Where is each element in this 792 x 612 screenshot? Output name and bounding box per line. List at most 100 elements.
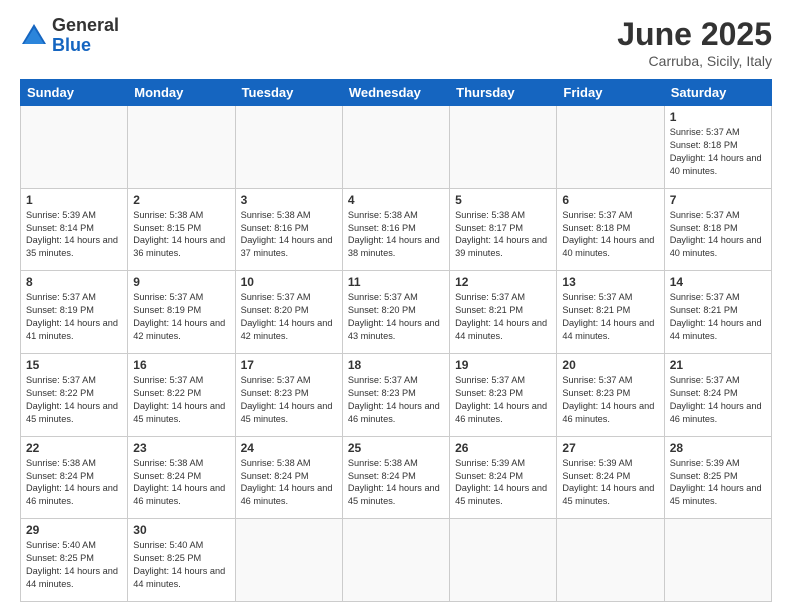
table-row: 1 Sunrise: 5:37 AMSunset: 8:18 PMDayligh… [664,106,771,189]
table-row: 15 Sunrise: 5:37 AMSunset: 8:22 PMDaylig… [21,353,128,436]
day-info: Sunrise: 5:37 AMSunset: 8:22 PMDaylight:… [26,374,122,426]
table-row [21,106,128,189]
day-info: Sunrise: 5:37 AMSunset: 8:22 PMDaylight:… [133,374,229,426]
day-info: Sunrise: 5:38 AMSunset: 8:15 PMDaylight:… [133,209,229,261]
table-row: 24 Sunrise: 5:38 AMSunset: 8:24 PMDaylig… [235,436,342,519]
week-row-4: 22 Sunrise: 5:38 AMSunset: 8:24 PMDaylig… [21,436,772,519]
table-row: 3 Sunrise: 5:38 AMSunset: 8:16 PMDayligh… [235,188,342,271]
week-row-2: 8 Sunrise: 5:37 AMSunset: 8:19 PMDayligh… [21,271,772,354]
day-number: 12 [455,275,551,289]
col-friday: Friday [557,80,664,106]
day-number: 18 [348,358,444,372]
day-number: 23 [133,441,229,455]
week-row-5: 29 Sunrise: 5:40 AMSunset: 8:25 PMDaylig… [21,519,772,602]
day-info: Sunrise: 5:37 AMSunset: 8:18 PMDaylight:… [562,209,658,261]
table-row: 30 Sunrise: 5:40 AMSunset: 8:25 PMDaylig… [128,519,235,602]
day-info: Sunrise: 5:40 AMSunset: 8:25 PMDaylight:… [26,539,122,591]
col-tuesday: Tuesday [235,80,342,106]
day-info: Sunrise: 5:38 AMSunset: 8:24 PMDaylight:… [241,457,337,509]
table-row [128,106,235,189]
day-number: 27 [562,441,658,455]
day-info: Sunrise: 5:37 AMSunset: 8:21 PMDaylight:… [562,291,658,343]
calendar-header-row: Sunday Monday Tuesday Wednesday Thursday… [21,80,772,106]
table-row: 12 Sunrise: 5:37 AMSunset: 8:21 PMDaylig… [450,271,557,354]
day-number: 4 [348,193,444,207]
table-row [450,519,557,602]
day-number: 8 [26,275,122,289]
day-info: Sunrise: 5:37 AMSunset: 8:24 PMDaylight:… [670,374,766,426]
day-info: Sunrise: 5:37 AMSunset: 8:20 PMDaylight:… [348,291,444,343]
table-row [235,106,342,189]
table-row [342,106,449,189]
day-number: 20 [562,358,658,372]
table-row [557,106,664,189]
day-number: 30 [133,523,229,537]
day-info: Sunrise: 5:40 AMSunset: 8:25 PMDaylight:… [133,539,229,591]
table-row: 27 Sunrise: 5:39 AMSunset: 8:24 PMDaylig… [557,436,664,519]
table-row: 6 Sunrise: 5:37 AMSunset: 8:18 PMDayligh… [557,188,664,271]
day-number: 28 [670,441,766,455]
logo-blue-text: Blue [52,36,119,56]
page: General Blue June 2025 Carruba, Sicily, … [0,0,792,612]
week-row-3: 15 Sunrise: 5:37 AMSunset: 8:22 PMDaylig… [21,353,772,436]
table-row: 16 Sunrise: 5:37 AMSunset: 8:22 PMDaylig… [128,353,235,436]
day-number: 7 [670,193,766,207]
col-sunday: Sunday [21,80,128,106]
day-number: 19 [455,358,551,372]
table-row: 7 Sunrise: 5:37 AMSunset: 8:18 PMDayligh… [664,188,771,271]
logo-general-text: General [52,16,119,36]
table-row: 8 Sunrise: 5:37 AMSunset: 8:19 PMDayligh… [21,271,128,354]
col-thursday: Thursday [450,80,557,106]
table-row: 21 Sunrise: 5:37 AMSunset: 8:24 PMDaylig… [664,353,771,436]
calendar: Sunday Monday Tuesday Wednesday Thursday… [20,79,772,602]
location: Carruba, Sicily, Italy [617,53,772,69]
table-row [664,519,771,602]
table-row: 26 Sunrise: 5:39 AMSunset: 8:24 PMDaylig… [450,436,557,519]
day-number: 15 [26,358,122,372]
day-number: 22 [26,441,122,455]
day-number: 10 [241,275,337,289]
day-info: Sunrise: 5:37 AMSunset: 8:21 PMDaylight:… [670,291,766,343]
day-number: 5 [455,193,551,207]
day-info: Sunrise: 5:38 AMSunset: 8:24 PMDaylight:… [26,457,122,509]
day-info: Sunrise: 5:39 AMSunset: 8:24 PMDaylight:… [455,457,551,509]
day-info: Sunrise: 5:37 AMSunset: 8:19 PMDaylight:… [133,291,229,343]
day-info: Sunrise: 5:37 AMSunset: 8:21 PMDaylight:… [455,291,551,343]
day-info: Sunrise: 5:37 AMSunset: 8:19 PMDaylight:… [26,291,122,343]
table-row: 10 Sunrise: 5:37 AMSunset: 8:20 PMDaylig… [235,271,342,354]
day-info: Sunrise: 5:38 AMSunset: 8:16 PMDaylight:… [348,209,444,261]
day-number: 24 [241,441,337,455]
table-row: 2 Sunrise: 5:38 AMSunset: 8:15 PMDayligh… [128,188,235,271]
table-row: 13 Sunrise: 5:37 AMSunset: 8:21 PMDaylig… [557,271,664,354]
day-number: 16 [133,358,229,372]
day-info: Sunrise: 5:39 AMSunset: 8:14 PMDaylight:… [26,209,122,261]
table-row: 14 Sunrise: 5:37 AMSunset: 8:21 PMDaylig… [664,271,771,354]
col-saturday: Saturday [664,80,771,106]
table-row: 17 Sunrise: 5:37 AMSunset: 8:23 PMDaylig… [235,353,342,436]
title-block: June 2025 Carruba, Sicily, Italy [617,16,772,69]
day-number: 3 [241,193,337,207]
day-info: Sunrise: 5:38 AMSunset: 8:24 PMDaylight:… [133,457,229,509]
day-info: Sunrise: 5:39 AMSunset: 8:24 PMDaylight:… [562,457,658,509]
day-info: Sunrise: 5:37 AMSunset: 8:18 PMDaylight:… [670,126,766,178]
day-info: Sunrise: 5:37 AMSunset: 8:20 PMDaylight:… [241,291,337,343]
week-row-1: 1 Sunrise: 5:39 AMSunset: 8:14 PMDayligh… [21,188,772,271]
day-number: 6 [562,193,658,207]
day-number: 26 [455,441,551,455]
day-number: 21 [670,358,766,372]
logo-icon [20,22,48,50]
day-info: Sunrise: 5:39 AMSunset: 8:25 PMDaylight:… [670,457,766,509]
col-monday: Monday [128,80,235,106]
day-info: Sunrise: 5:37 AMSunset: 8:18 PMDaylight:… [670,209,766,261]
day-info: Sunrise: 5:37 AMSunset: 8:23 PMDaylight:… [455,374,551,426]
table-row: 29 Sunrise: 5:40 AMSunset: 8:25 PMDaylig… [21,519,128,602]
table-row: 20 Sunrise: 5:37 AMSunset: 8:23 PMDaylig… [557,353,664,436]
day-number: 11 [348,275,444,289]
table-row: 4 Sunrise: 5:38 AMSunset: 8:16 PMDayligh… [342,188,449,271]
day-number: 1 [26,193,122,207]
table-row: 11 Sunrise: 5:37 AMSunset: 8:20 PMDaylig… [342,271,449,354]
table-row: 23 Sunrise: 5:38 AMSunset: 8:24 PMDaylig… [128,436,235,519]
day-number: 25 [348,441,444,455]
table-row: 18 Sunrise: 5:37 AMSunset: 8:23 PMDaylig… [342,353,449,436]
table-row [342,519,449,602]
